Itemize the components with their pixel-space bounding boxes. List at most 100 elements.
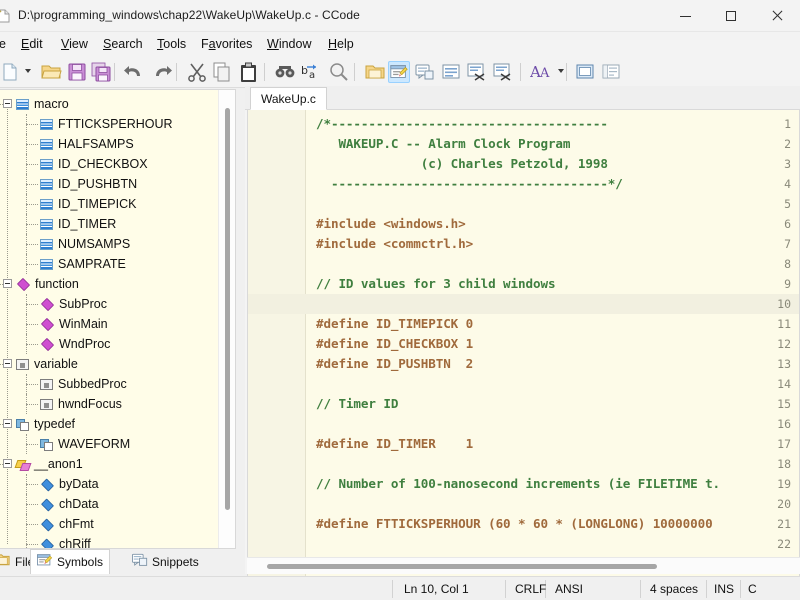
tree-node-hwndFocus[interactable]: hwndFocus: [0, 394, 219, 414]
macro-icon: [40, 259, 53, 270]
menu-view[interactable]: View: [56, 34, 93, 54]
status-line-ending[interactable]: CRLF: [515, 577, 546, 600]
font-button[interactable]: A A: [530, 61, 552, 83]
code-line[interactable]: #define ID_PUSHBTN 2: [316, 354, 473, 374]
close-button[interactable]: [754, 0, 800, 32]
menu-favorites[interactable]: Favorites: [196, 34, 257, 54]
func-icon: [41, 298, 54, 311]
tree-node-ID_TIMER[interactable]: ID_TIMER: [0, 214, 219, 234]
editor-scrollbar-thumb[interactable]: [267, 564, 657, 569]
maximize-button[interactable]: [708, 0, 754, 32]
editor-tab-wakeup-c[interactable]: WakeUp.c: [250, 87, 327, 110]
minimize-button[interactable]: [662, 0, 708, 32]
line-number: 19: [745, 474, 791, 494]
tree-node-FTTICKSPERHOUR[interactable]: FTTICKSPERHOUR: [0, 114, 219, 134]
tree-node-SubProc[interactable]: SubProc: [0, 294, 219, 314]
symbol-tree[interactable]: macroFTTICKSPERHOURHALFSAMPSID_CHECKBOXI…: [0, 90, 219, 548]
status-indentation[interactable]: 4 spaces: [650, 577, 698, 600]
status-language[interactable]: C: [748, 577, 757, 600]
code-line[interactable]: #define ID_CHECKBOX 1: [316, 334, 473, 354]
line-number: 21: [745, 514, 791, 534]
replace-button[interactable]: b a: [300, 61, 322, 83]
code-line[interactable]: (c) Charles Petzold, 1998: [316, 154, 608, 174]
menu-edit[interactable]: Edit: [16, 34, 48, 54]
member-icon: [41, 518, 54, 531]
tree-node-__anon1[interactable]: __anon1: [0, 454, 219, 474]
code-editor[interactable]: 1/*-------------------------------------…: [247, 110, 800, 600]
font-dropdown-caret[interactable]: [558, 69, 564, 73]
open-folder-button[interactable]: [40, 61, 62, 83]
tree-node-chData[interactable]: chData: [0, 494, 219, 514]
new-file-dropdown-caret[interactable]: [25, 69, 31, 73]
tree-node-ID_PUSHBTN[interactable]: ID_PUSHBTN: [0, 174, 219, 194]
output-panel-button[interactable]: [440, 61, 462, 83]
save-all-button[interactable]: [90, 61, 112, 83]
menu-window[interactable]: Window: [262, 34, 316, 54]
tree-node-chRiff[interactable]: chRiff: [0, 534, 219, 548]
tree-node-WAVEFORM[interactable]: WAVEFORM: [0, 434, 219, 454]
tree-node-label: chData: [59, 497, 99, 511]
tab-symbols[interactable]: Symbols: [30, 549, 110, 574]
tree-node-ID_CHECKBOX[interactable]: ID_CHECKBOX: [0, 154, 219, 174]
tree-vertical-scrollbar[interactable]: [218, 90, 235, 548]
code-line[interactable]: #define ID_TIMER 1: [316, 434, 473, 454]
tree-node-macro[interactable]: macro: [0, 94, 219, 114]
tree-node-SAMPRATE[interactable]: SAMPRATE: [0, 254, 219, 274]
snippets-panel-button[interactable]: [414, 61, 436, 83]
line-numbers-button[interactable]: [600, 61, 622, 83]
find-button[interactable]: [274, 61, 296, 83]
tree-node-HALFSAMPS[interactable]: HALFSAMPS: [0, 134, 219, 154]
symbols-panel-button[interactable]: [388, 61, 410, 83]
tree-scrollbar-thumb[interactable]: [225, 108, 230, 510]
member-icon: [41, 538, 54, 548]
copy-button[interactable]: [212, 61, 234, 83]
code-line[interactable]: WAKEUP.C -- Alarm Clock Program: [316, 134, 570, 154]
tree-node-label: ID_TIMER: [58, 217, 116, 231]
tree-node-WinMain[interactable]: WinMain: [0, 314, 219, 334]
status-encoding[interactable]: ANSI: [555, 577, 583, 600]
menu-file[interactable]: e: [0, 34, 11, 54]
menu-tools[interactable]: Tools: [152, 34, 191, 54]
files-panel-button[interactable]: [364, 61, 386, 83]
save-button[interactable]: [66, 61, 88, 83]
new-file-button[interactable]: [0, 61, 22, 83]
fullscreen-button[interactable]: [574, 61, 596, 83]
tab-snippets[interactable]: Snippets: [126, 549, 205, 574]
code-line[interactable]: #include <windows.h>: [316, 214, 466, 234]
line-number: 3: [745, 154, 791, 174]
code-line[interactable]: -------------------------------------*/: [316, 174, 623, 194]
code-line[interactable]: #include <commctrl.h>: [316, 234, 473, 254]
tree-node-byData[interactable]: byData: [0, 474, 219, 494]
paste-button[interactable]: [238, 61, 260, 83]
status-cursor-position[interactable]: Ln 10, Col 1: [404, 577, 469, 600]
menu-help[interactable]: Help: [323, 34, 359, 54]
tree-node-ID_TIMEPICK[interactable]: ID_TIMEPICK: [0, 194, 219, 214]
tree-node-variable[interactable]: variable: [0, 354, 219, 374]
redo-button[interactable]: [150, 61, 172, 83]
tree-node-NUMSAMPS[interactable]: NUMSAMPS: [0, 234, 219, 254]
editor-horizontal-scrollbar[interactable]: [247, 557, 800, 574]
code-line[interactable]: // ID values for 3 child windows: [316, 274, 555, 294]
snippets-icon: [132, 553, 148, 571]
cut-button[interactable]: [186, 61, 208, 83]
code-line[interactable]: /*-------------------------------------: [316, 114, 608, 134]
tree-node-WndProc[interactable]: WndProc: [0, 334, 219, 354]
next-bookmark-button[interactable]: [466, 61, 488, 83]
code-line[interactable]: #define ID_TIMEPICK 0: [316, 314, 473, 334]
tree-node-SubbedProc[interactable]: SubbedProc: [0, 374, 219, 394]
editor-pane: WakeUp.c 1/*----------------------------…: [245, 86, 800, 574]
code-line[interactable]: // Timer ID: [316, 394, 398, 414]
line-number: 22: [745, 534, 791, 554]
tree-node-function[interactable]: function: [0, 274, 219, 294]
find-in-files-button[interactable]: [328, 61, 350, 83]
tree-node-typedef[interactable]: typedef: [0, 414, 219, 434]
code-line[interactable]: // Number of 100-nanosecond increments (…: [316, 474, 720, 494]
code-line[interactable]: #define FTTICKSPERHOUR (60 * 60 * (LONGL…: [316, 514, 713, 534]
tree-node-chFmt[interactable]: chFmt: [0, 514, 219, 534]
undo-button[interactable]: [124, 61, 146, 83]
status-insert-mode[interactable]: INS: [714, 577, 734, 600]
prev-bookmark-button[interactable]: [492, 61, 514, 83]
typedef-icon: [16, 419, 29, 430]
line-number-gutter: [248, 110, 306, 600]
menu-search[interactable]: Search: [98, 34, 148, 54]
